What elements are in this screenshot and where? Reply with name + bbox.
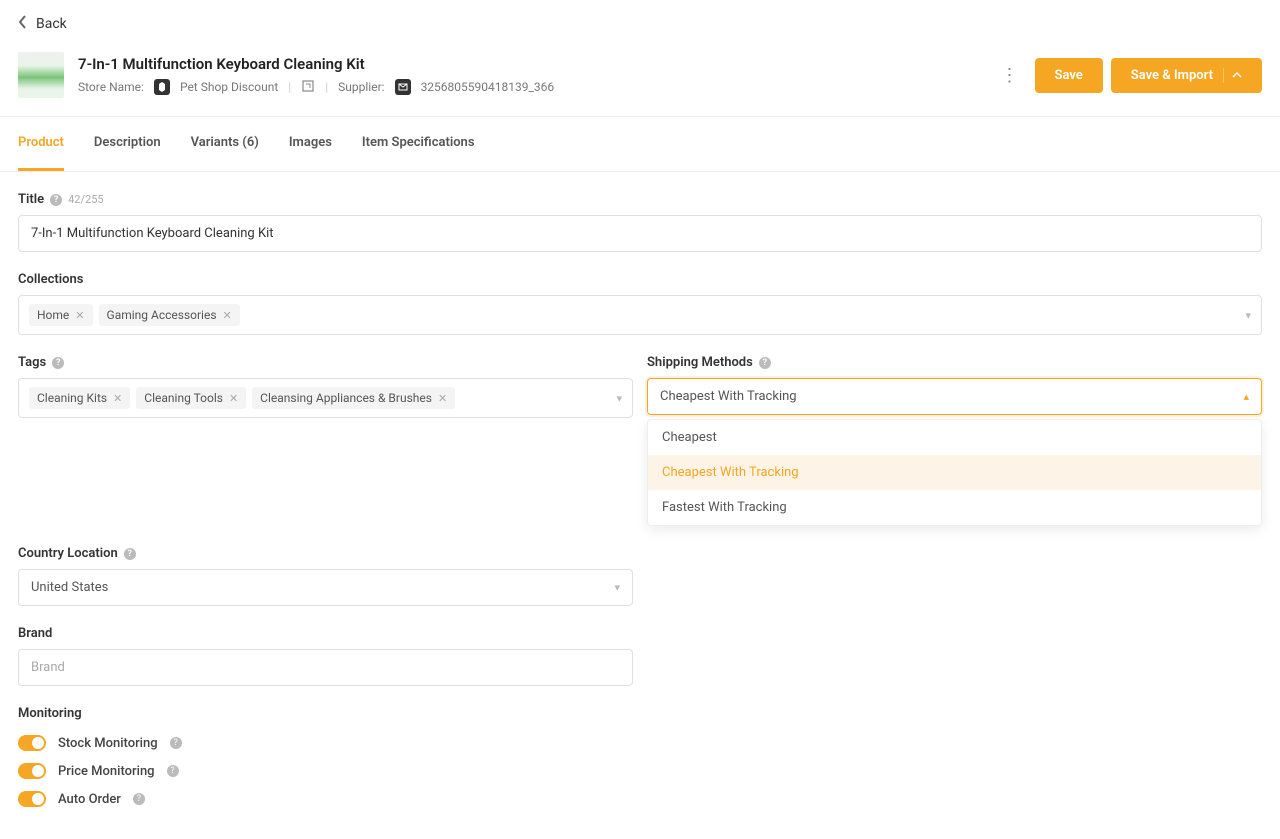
- help-icon[interactable]: ?: [52, 357, 64, 369]
- supplier-value: 3256805590418139_366: [421, 80, 555, 94]
- auto-order-toggle[interactable]: [18, 791, 46, 807]
- chevron-up-icon: ▴: [1243, 390, 1249, 403]
- tab-product[interactable]: Product: [18, 117, 64, 171]
- tab-specifications[interactable]: Item Specifications: [362, 117, 475, 171]
- shipping-dropdown: Cheapest Cheapest With Tracking Fastest …: [647, 419, 1262, 526]
- supplier-label: Supplier:: [338, 80, 384, 94]
- brand-label: Brand: [18, 626, 52, 641]
- tab-description[interactable]: Description: [94, 117, 161, 171]
- product-title: 7-In-1 Multifunction Keyboard Cleaning K…: [78, 55, 979, 73]
- product-thumbnail: [18, 52, 64, 98]
- more-actions-icon[interactable]: ⋮: [993, 61, 1027, 90]
- price-monitoring-toggle[interactable]: [18, 763, 46, 779]
- collection-tag: Home ✕: [29, 304, 93, 326]
- title-label: Title: [18, 192, 44, 207]
- chevron-down-icon: ▾: [614, 581, 620, 594]
- chevron-down-icon: ▾: [1245, 309, 1251, 322]
- help-icon[interactable]: ?: [759, 357, 771, 369]
- tab-variants[interactable]: Variants (6): [191, 117, 259, 171]
- auto-order-label: Auto Order: [58, 792, 121, 807]
- back-label: Back: [36, 16, 67, 32]
- title-counter: 42/255: [68, 193, 103, 206]
- save-import-label: Save & Import: [1131, 68, 1213, 83]
- save-button[interactable]: Save: [1035, 58, 1103, 93]
- help-icon[interactable]: ?: [124, 548, 136, 560]
- remove-tag-icon[interactable]: ✕: [229, 392, 238, 405]
- title-input[interactable]: [18, 215, 1262, 252]
- help-icon[interactable]: ?: [50, 194, 62, 206]
- collections-label: Collections: [18, 272, 83, 287]
- help-icon[interactable]: ?: [167, 765, 179, 777]
- help-icon[interactable]: ?: [170, 737, 182, 749]
- tags-label: Tags: [18, 355, 46, 370]
- collections-input[interactable]: Home ✕ Gaming Accessories ✕ ▾: [18, 295, 1262, 335]
- remove-tag-icon[interactable]: ✕: [113, 392, 122, 405]
- store-name-label: Store Name:: [78, 80, 144, 94]
- shipping-value: Cheapest With Tracking: [660, 389, 797, 404]
- external-link-icon[interactable]: [301, 79, 315, 96]
- back-link[interactable]: Back: [0, 0, 1280, 48]
- tag-chip: Cleaning Kits ✕: [29, 387, 130, 409]
- help-icon[interactable]: ?: [133, 793, 145, 805]
- chevron-down-icon: ▾: [616, 392, 622, 405]
- tag-chip: Cleansing Appliances & Brushes ✕: [252, 387, 455, 409]
- brand-input[interactable]: [18, 649, 633, 686]
- chevron-up-icon: [1223, 68, 1242, 83]
- supplier-icon: [395, 79, 411, 95]
- monitoring-section-label: Monitoring: [18, 706, 1262, 721]
- shipping-select[interactable]: Cheapest With Tracking ▴: [647, 378, 1262, 415]
- tag-chip: Cleaning Tools ✕: [136, 387, 246, 409]
- tags-input[interactable]: Cleaning Kits ✕ Cleaning Tools ✕ Cleansi…: [18, 378, 633, 418]
- shipping-label: Shipping Methods: [647, 355, 753, 370]
- remove-tag-icon[interactable]: ✕: [75, 309, 84, 322]
- country-select[interactable]: United States ▾: [18, 569, 633, 606]
- stock-monitoring-label: Stock Monitoring: [58, 736, 158, 751]
- shopify-icon: [154, 79, 170, 95]
- collection-tag: Gaming Accessories ✕: [99, 304, 240, 326]
- remove-tag-icon[interactable]: ✕: [438, 392, 447, 405]
- stock-monitoring-toggle[interactable]: [18, 735, 46, 751]
- country-label: Country Location: [18, 546, 118, 561]
- shipping-option[interactable]: Fastest With Tracking: [648, 490, 1261, 525]
- country-value: United States: [31, 580, 108, 595]
- tab-images[interactable]: Images: [289, 117, 332, 171]
- price-monitoring-label: Price Monitoring: [58, 764, 155, 779]
- shipping-option[interactable]: Cheapest With Tracking: [648, 455, 1261, 490]
- store-name-value: Pet Shop Discount: [180, 80, 278, 94]
- remove-tag-icon[interactable]: ✕: [223, 309, 232, 322]
- chevron-left-icon: [18, 14, 28, 34]
- save-import-button[interactable]: Save & Import: [1111, 58, 1262, 93]
- shipping-option[interactable]: Cheapest: [648, 420, 1261, 455]
